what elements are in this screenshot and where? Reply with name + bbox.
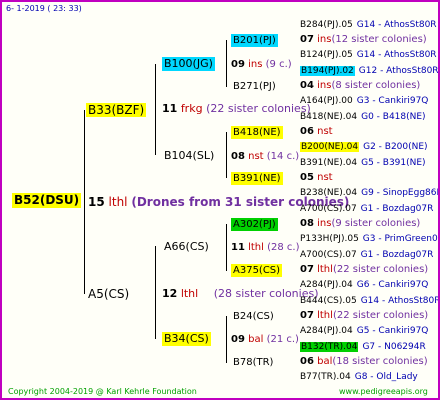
gen4-row: B124(PJ).05 G14 - AthosSt80R	[300, 49, 437, 61]
gen3-queen: B418(NE)	[231, 126, 283, 139]
gen2-info: 11 lthl (28 c.)	[231, 242, 300, 253]
gen3-queen: B201(PJ)	[231, 34, 278, 47]
gen2-info: 08 nst (14 c.)	[231, 151, 300, 162]
gen4-sire: G5 - B391(NE)	[361, 158, 426, 168]
connector	[226, 132, 227, 178]
gen3-info: 08 ins(9 sister colonies)	[300, 218, 421, 229]
gen4-queen: B444(CS).05	[300, 296, 357, 306]
gen4-row: A284(PJ).04 G6 - Cankiri97Q	[300, 279, 428, 291]
gen4-sire: G7 - N06294R	[362, 342, 426, 352]
gen4-sire: G1 - Bozdag07R	[360, 250, 434, 260]
gen2-queen: B100(JG)	[162, 57, 215, 71]
connector	[226, 224, 227, 271]
gen4-queen: B194(PJ).02	[300, 66, 355, 76]
gen4-sire: G8 - Old_Lady	[354, 372, 418, 382]
gen3-info: 06 bal(18 sister colonies)	[300, 356, 428, 367]
gen4-row: B391(NE).04 G5 - B391(NE)	[300, 157, 426, 169]
gen3-info: 04 ins(8 sister colonies)	[300, 80, 421, 91]
root-queen: B52(DSU)	[12, 193, 82, 208]
gen4-queen: B284(PJ).05	[300, 20, 353, 30]
gen4-sire: G9 - SinopEgg86R	[361, 188, 440, 198]
gen2-queen: B104(SL)	[164, 149, 215, 162]
gen4-row: B444(CS).05 G14 - AthosSt80R	[300, 295, 440, 307]
gen3-info: 07 lthl(22 sister colonies)	[300, 310, 429, 321]
gen4-queen: A700(CS).07	[300, 204, 357, 214]
gen4-row: B194(PJ).02 G12 - AthosSt80R	[300, 65, 439, 77]
gen1-info: 12 lthl (28 sister colonies)	[162, 287, 319, 300]
gen4-row: P133H(PJ).05 G3 - PrimGreen00	[300, 233, 440, 245]
gen4-sire: G0 - B418(NE)	[361, 112, 426, 122]
root-num: 15	[88, 195, 105, 209]
gen4-row: A700(CS).07 G1 - Bozdag07R	[300, 249, 433, 261]
gen4-row: B284(PJ).05 G14 - AthosSt80R	[300, 19, 437, 31]
gen4-row: B238(NE).04 G9 - SinopEgg86R	[300, 187, 440, 199]
gen4-sire: G14 - AthosSt80R	[356, 20, 437, 30]
header-date: 6- 1-2019 ( 23: 33)	[6, 4, 82, 13]
gen4-queen: A164(PJ).00	[300, 96, 353, 106]
gen4-sire: G14 - AthosSt80R	[360, 296, 440, 306]
gen1-queen: A5(CS)	[88, 287, 130, 301]
gen3-queen: B391(NE)	[231, 172, 283, 185]
pedigree-chart: 6- 1-2019 ( 23: 33) B52(DSU) 15 lthl (Dr…	[0, 0, 440, 400]
gen4-queen: B124(PJ).05	[300, 50, 353, 60]
gen3-queen: B271(PJ)	[233, 81, 276, 92]
gen4-row: B200(NE).04 G2 - B200(NE)	[300, 141, 428, 153]
gen2-queen: A66(CS)	[164, 240, 209, 253]
gen4-queen: A700(CS).07	[300, 250, 357, 260]
gen4-queen: B132(TR).04	[300, 342, 359, 352]
connector	[84, 110, 85, 294]
gen3-info: 06 nst	[300, 126, 333, 137]
gen4-sire: G6 - Cankiri97Q	[356, 280, 429, 290]
gen2-info: 09 bal (21 c.)	[231, 334, 299, 345]
gen3-info: 07 ins(12 sister colonies)	[300, 34, 427, 45]
gen3-info: 05 nst	[300, 172, 333, 183]
gen1-info: 11 frkg (22 sister colonies)	[162, 102, 311, 115]
gen3-info: 07 lthl(22 sister colonies)	[300, 264, 429, 275]
gen4-queen: B238(NE).04	[300, 188, 358, 198]
footer-copyright: Copyright 2004-2019 @ Karl Kehrle Founda…	[8, 387, 197, 396]
connector	[226, 316, 227, 363]
gen4-sire: G12 - AthosSt80R	[358, 66, 439, 76]
gen4-row: A700(CS).07 G1 - Bozdag07R	[300, 203, 433, 215]
gen3-queen: A302(PJ)	[231, 218, 278, 231]
footer-url: www.pedigreeapis.org	[339, 387, 428, 396]
gen4-sire: G3 - Cankiri97Q	[356, 96, 429, 106]
gen4-row: B132(TR).04 G7 - N06294R	[300, 341, 426, 353]
gen3-queen: B24(CS)	[233, 311, 274, 322]
gen4-sire: G14 - AthosSt80R	[356, 50, 437, 60]
gen4-queen: A284(PJ).04	[300, 280, 353, 290]
gen2-info: 09 ins (9 c.)	[231, 59, 292, 70]
gen1-queen: B33(BZF)	[86, 103, 147, 117]
gen4-queen: P133H(PJ).05	[300, 234, 359, 244]
gen4-queen: B200(NE).04	[300, 142, 360, 152]
connector	[155, 246, 156, 339]
root-code: lthl	[108, 195, 128, 209]
gen4-queen: A284(PJ).04	[300, 326, 353, 336]
gen4-row: B418(NE).04 G0 - B418(NE)	[300, 111, 426, 123]
gen3-queen: B78(TR)	[233, 357, 274, 368]
connector	[226, 40, 227, 87]
gen4-sire: G2 - B200(NE)	[363, 142, 428, 152]
connector	[155, 64, 156, 155]
gen2-queen: B34(CS)	[162, 332, 211, 346]
gen4-queen: B391(NE).04	[300, 158, 358, 168]
gen4-sire: G1 - Bozdag07R	[360, 204, 434, 214]
gen4-queen: B77(TR).04	[300, 372, 351, 382]
gen4-row: A284(PJ).04 G5 - Cankiri97Q	[300, 325, 428, 337]
gen4-row: A164(PJ).00 G3 - Cankiri97Q	[300, 95, 428, 107]
gen4-sire: G3 - PrimGreen00	[362, 234, 440, 244]
gen4-queen: B418(NE).04	[300, 112, 358, 122]
gen4-row: B77(TR).04 G8 - Old_Lady	[300, 371, 418, 383]
gen3-queen: A375(CS)	[231, 264, 283, 277]
gen4-sire: G5 - Cankiri97Q	[356, 326, 429, 336]
